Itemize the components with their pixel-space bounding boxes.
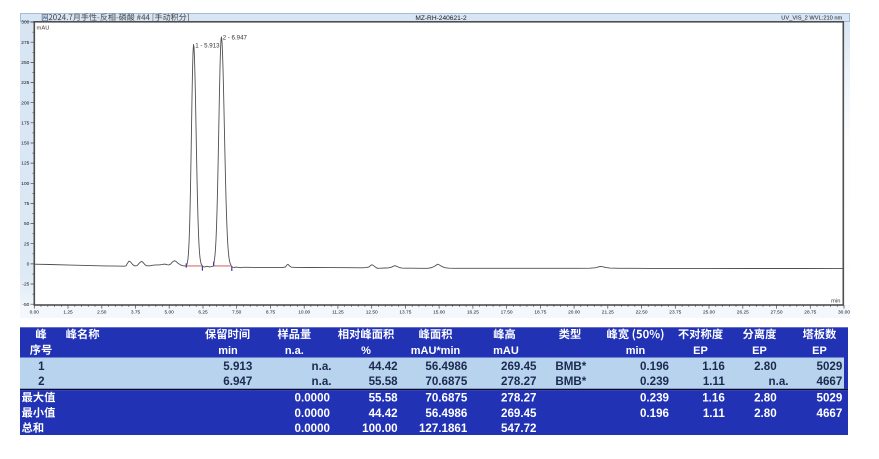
svg-text:10.00: 10.00	[298, 310, 310, 316]
svg-text:1.16: 1.16	[702, 360, 725, 373]
svg-text:50: 50	[24, 221, 30, 227]
svg-text:150: 150	[21, 141, 29, 147]
svg-text:13.75: 13.75	[399, 310, 411, 316]
svg-text:44.42: 44.42	[369, 360, 398, 373]
svg-text:44.42: 44.42	[369, 407, 398, 420]
svg-text:mAU: mAU	[493, 345, 519, 357]
svg-text:min: min	[218, 345, 238, 357]
svg-text:0.0000: 0.0000	[295, 407, 330, 420]
svg-text:278.27: 278.27	[501, 392, 536, 405]
svg-text:275: 275	[21, 40, 29, 46]
svg-text:0.239: 0.239	[640, 392, 670, 405]
svg-text:mAU: mAU	[37, 25, 50, 31]
svg-text:6.947: 6.947	[223, 375, 252, 388]
svg-text:BMB*: BMB*	[555, 375, 586, 388]
svg-text:n.a.: n.a.	[312, 375, 332, 388]
svg-text:20.00: 20.00	[568, 310, 580, 316]
svg-text:8.75: 8.75	[266, 310, 276, 316]
svg-text:11.25: 11.25	[332, 310, 344, 316]
svg-text:300: 300	[21, 20, 29, 26]
svg-text:1.11: 1.11	[703, 375, 725, 388]
svg-text:175: 175	[21, 120, 29, 126]
svg-text:%: %	[361, 345, 371, 357]
svg-text:0.196: 0.196	[640, 360, 670, 373]
svg-text:0.0000: 0.0000	[295, 422, 330, 435]
svg-text:2.80: 2.80	[754, 407, 777, 420]
svg-text:547.72: 547.72	[501, 422, 536, 435]
svg-text:22.50: 22.50	[636, 310, 648, 316]
svg-text:21.25: 21.25	[602, 310, 614, 316]
svg-text:30.00: 30.00	[838, 310, 850, 316]
svg-text:15.00: 15.00	[433, 310, 445, 316]
svg-text:1.11: 1.11	[703, 407, 725, 420]
svg-text:55.58: 55.58	[369, 392, 399, 405]
svg-text:-50: -50	[22, 302, 29, 308]
svg-text:4667: 4667	[817, 407, 843, 420]
svg-text:17.50: 17.50	[501, 310, 513, 316]
svg-text:1: 1	[38, 360, 45, 373]
svg-text:1 - 5.913: 1 - 5.913	[195, 42, 220, 49]
svg-text:n.a.: n.a.	[285, 345, 304, 357]
svg-text:-25: -25	[22, 282, 29, 288]
svg-text:4667: 4667	[817, 375, 843, 388]
svg-text:125: 125	[21, 161, 29, 167]
svg-text:100.00: 100.00	[362, 422, 397, 435]
svg-text:2 - 6.947: 2 - 6.947	[223, 35, 248, 42]
svg-text:7.50: 7.50	[232, 310, 242, 316]
svg-text:MZ-RH-240621-2: MZ-RH-240621-2	[415, 15, 467, 22]
svg-text:mAU*min: mAU*min	[411, 345, 461, 357]
svg-text:1.25: 1.25	[63, 310, 73, 316]
svg-text:EP: EP	[812, 345, 827, 357]
svg-text:269.45: 269.45	[501, 360, 537, 373]
svg-text:16.25: 16.25	[467, 310, 479, 316]
svg-text:UV_VIS_2 WVL:210 nm: UV_VIS_2 WVL:210 nm	[781, 16, 842, 22]
svg-text:2.80: 2.80	[754, 360, 777, 373]
svg-text:2.80: 2.80	[754, 392, 777, 405]
svg-text:5.00: 5.00	[165, 310, 175, 316]
svg-text:55.58: 55.58	[369, 375, 399, 388]
svg-text:6.25: 6.25	[198, 310, 208, 316]
svg-text:27.50: 27.50	[770, 310, 782, 316]
svg-text:278.27: 278.27	[501, 375, 536, 388]
svg-text:56.4986: 56.4986	[425, 407, 467, 420]
svg-text:12.50: 12.50	[366, 310, 378, 316]
svg-text:0.0000: 0.0000	[295, 392, 330, 405]
svg-text:min: min	[831, 298, 840, 304]
svg-text:225: 225	[21, 80, 29, 86]
svg-text:26.25: 26.25	[737, 310, 749, 316]
svg-text:100: 100	[21, 181, 29, 187]
svg-text:70.6875: 70.6875	[425, 375, 467, 388]
svg-text:127.1861: 127.1861	[419, 422, 468, 435]
svg-text:250: 250	[21, 60, 29, 66]
svg-text:n.a.: n.a.	[312, 360, 332, 373]
svg-text:23.75: 23.75	[669, 310, 681, 316]
svg-text:28.75: 28.75	[804, 310, 816, 316]
svg-text:min: min	[626, 345, 646, 357]
svg-text:75: 75	[24, 201, 30, 207]
svg-text:269.45: 269.45	[501, 407, 537, 420]
svg-text:70.6875: 70.6875	[425, 392, 467, 405]
svg-text:0.00: 0.00	[30, 310, 40, 316]
svg-text:BMB*: BMB*	[555, 360, 586, 373]
svg-text:5.913: 5.913	[223, 360, 253, 373]
svg-text:n.a.: n.a.	[769, 375, 789, 388]
svg-text:18.75: 18.75	[534, 310, 546, 316]
svg-text:EP: EP	[752, 345, 767, 357]
svg-text:2.50: 2.50	[97, 310, 107, 316]
svg-text:2: 2	[38, 375, 44, 388]
svg-text:200: 200	[21, 100, 29, 106]
svg-text:5029: 5029	[817, 360, 843, 373]
svg-text:0.239: 0.239	[640, 375, 670, 388]
svg-text:1.16: 1.16	[702, 392, 725, 405]
svg-text:3.75: 3.75	[131, 310, 141, 316]
svg-text:25.00: 25.00	[703, 310, 715, 316]
svg-text:EP: EP	[693, 345, 708, 357]
svg-text:25: 25	[24, 241, 30, 247]
svg-text:5029: 5029	[817, 392, 843, 405]
svg-text:0.196: 0.196	[640, 407, 670, 420]
svg-text:56.4986: 56.4986	[425, 360, 467, 373]
svg-text:0: 0	[27, 262, 30, 268]
